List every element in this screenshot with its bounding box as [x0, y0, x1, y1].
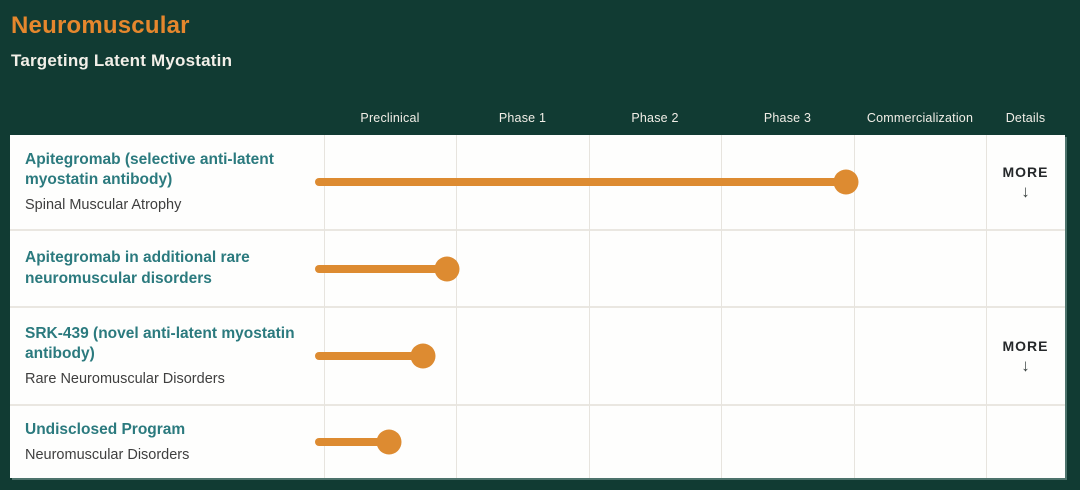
more-details-button[interactable]: MORE ↓ [986, 135, 1065, 229]
pipeline-dot [833, 170, 858, 195]
pipeline-bar [315, 178, 846, 186]
page-subtitle: Targeting Latent Myostatin [11, 51, 232, 71]
program-cell: Apitegromab (selective anti-latent myost… [10, 135, 324, 229]
program-name: Apitegromab (selective anti-latent myost… [25, 150, 306, 190]
program-indication: Neuromuscular Disorders [25, 446, 306, 464]
program-name: Undisclosed Program [25, 420, 306, 440]
program-name: SRK-439 (novel anti-latent myostatin ant… [25, 324, 306, 364]
table-row: Apitegromab in additional rare neuromusc… [10, 231, 1065, 308]
column-header-commercialization: Commercialization [854, 109, 986, 127]
pipeline-bar [315, 265, 447, 273]
grid-line-vertical [589, 135, 590, 478]
pipeline-table: Apitegromab (selective anti-latent myost… [10, 135, 1065, 478]
program-cell: Undisclosed Program Neuromuscular Disord… [10, 406, 324, 478]
column-header-details: Details [986, 109, 1065, 127]
column-header-phase1: Phase 1 [456, 109, 589, 127]
neuromuscular-pipeline-panel: Neuromuscular Targeting Latent Myostatin… [0, 0, 1080, 490]
program-name: Apitegromab in additional rare neuromusc… [25, 248, 306, 288]
pipeline-dot [435, 256, 460, 281]
column-header-preclinical: Preclinical [324, 109, 456, 127]
column-header-phase3: Phase 3 [721, 109, 854, 127]
pipeline-bar [315, 352, 423, 360]
more-details-button[interactable]: MORE ↓ [986, 308, 1065, 404]
more-label: MORE [1003, 338, 1049, 354]
program-indication: Rare Neuromuscular Disorders [25, 370, 306, 388]
program-cell: Apitegromab in additional rare neuromusc… [10, 231, 324, 306]
program-indication: Spinal Muscular Atrophy [25, 196, 306, 214]
details-cell-empty [986, 231, 1065, 306]
program-cell: SRK-439 (novel anti-latent myostatin ant… [10, 308, 324, 404]
column-header-phase2: Phase 2 [589, 109, 721, 127]
down-arrow-icon: ↓ [1021, 357, 1030, 374]
table-row: Apitegromab (selective anti-latent myost… [10, 135, 1065, 231]
table-row: Undisclosed Program Neuromuscular Disord… [10, 406, 1065, 478]
grid-line-vertical [324, 135, 325, 478]
more-label: MORE [1003, 164, 1049, 180]
grid-line-vertical [721, 135, 722, 478]
down-arrow-icon: ↓ [1021, 183, 1030, 200]
details-cell-empty [986, 406, 1065, 478]
table-row: SRK-439 (novel anti-latent myostatin ant… [10, 308, 1065, 406]
pipeline-dot [376, 430, 401, 455]
pipeline-dot [411, 344, 436, 369]
page-title: Neuromuscular [11, 12, 190, 40]
grid-line-vertical [456, 135, 457, 478]
